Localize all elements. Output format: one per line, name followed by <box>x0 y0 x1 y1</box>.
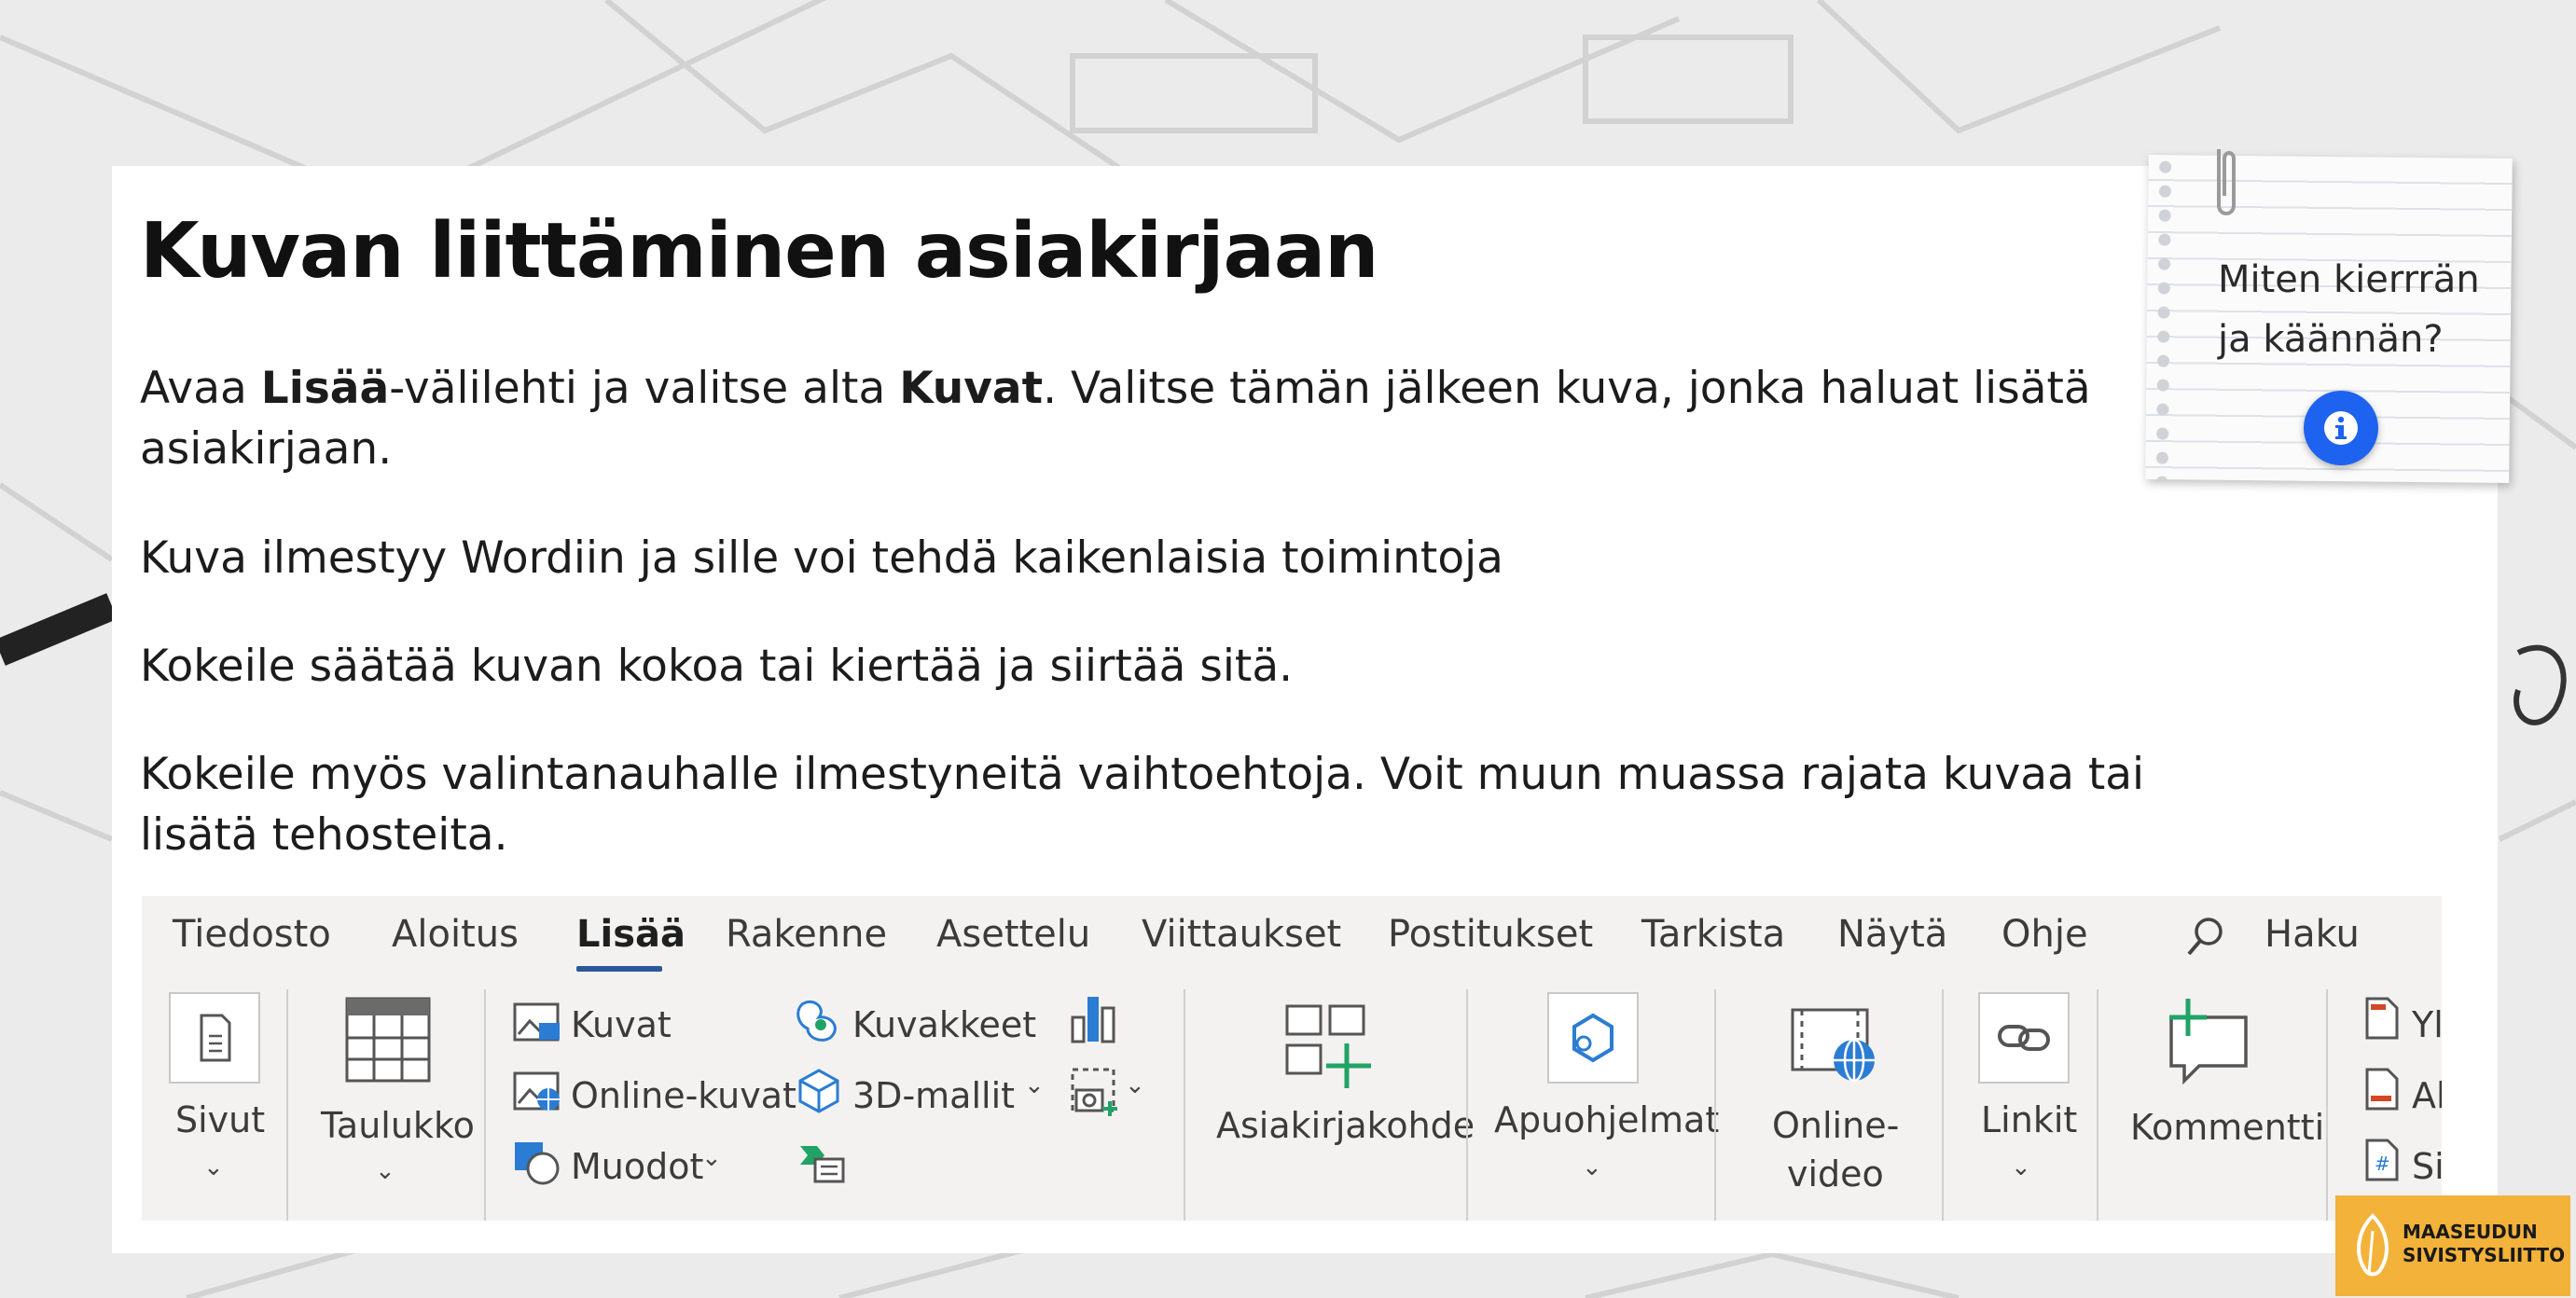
icons-icon[interactable] <box>795 997 845 1045</box>
online-video-button-line2[interactable]: video <box>1787 1153 1884 1194</box>
instruction-paragraph-3: Kokeile säätää kuvan kokoa tai kiertää j… <box>140 641 1294 692</box>
online-kuvat-button[interactable]: Online-kuvat <box>571 1075 796 1116</box>
apuohjelmat-button[interactable]: Apuohjelmat <box>1494 1099 1719 1140</box>
online-video-icon[interactable] <box>1789 1002 1882 1086</box>
kuvat-button[interactable]: Kuvat <box>571 1004 672 1045</box>
info-glyph-icon <box>2324 411 2358 445</box>
page-number-icon[interactable]: # <box>2363 1137 2401 1183</box>
3d-models-icon[interactable] <box>796 1068 841 1114</box>
tab-rakenne[interactable]: Rakenne <box>726 913 887 956</box>
shapes-icon[interactable] <box>513 1140 561 1187</box>
screenshot-icon[interactable] <box>1069 1066 1121 1118</box>
taulukko-button[interactable]: Taulukko <box>321 1105 475 1146</box>
leaf-logo-icon <box>2357 1213 2389 1277</box>
notebook-holes <box>2153 155 2175 480</box>
link-icon[interactable] <box>1977 991 2070 1084</box>
linkit-button[interactable]: Linkit <box>1981 1099 2077 1140</box>
pictures-icon[interactable] <box>513 1002 561 1043</box>
tab-asettelu[interactable]: Asettelu <box>936 913 1090 956</box>
smartart-icon[interactable] <box>798 1142 845 1185</box>
chevron-down-icon[interactable]: ⌄ <box>1024 1071 1045 1099</box>
group-separator <box>2326 989 2328 1221</box>
page-number-button[interactable]: Si <box>2412 1146 2442 1187</box>
chevron-down-icon[interactable]: ⌄ <box>1582 1153 1602 1181</box>
tab-viittaukset[interactable]: Viittaukset <box>1142 913 1341 956</box>
search-label[interactable]: Haku <box>2264 913 2360 956</box>
kuvakkeet-button[interactable]: Kuvakkeet <box>852 1004 1036 1045</box>
paperclip-icon <box>2217 149 2236 215</box>
logo-text: MAASEUDUN SIVISTYSLIITTO <box>2403 1221 2566 1266</box>
maaseudun-sivistysliitto-logo: MAASEUDUN SIVISTYSLIITTO <box>2335 1195 2570 1296</box>
group-separator <box>484 989 486 1221</box>
group-separator <box>1714 989 1716 1221</box>
chevron-down-icon[interactable]: ⌄ <box>375 1157 395 1185</box>
asiakirjakohde-button[interactable]: Asiakirjakohde <box>1216 1105 1475 1146</box>
page-title: Kuvan liittäminen asiakirjaan <box>140 207 1379 296</box>
word-ribbon: Tiedosto Aloitus Lisää Rakenne Asettelu … <box>142 896 2442 1221</box>
kommentti-button[interactable]: Kommentti <box>2130 1107 2324 1148</box>
group-separator <box>286 989 288 1221</box>
chevron-down-icon[interactable]: ⌄ <box>2011 1153 2031 1181</box>
svg-text:#: # <box>2375 1153 2390 1175</box>
online-video-button[interactable]: Online- <box>1772 1105 1899 1146</box>
active-tab-indicator <box>576 966 662 972</box>
sivut-button[interactable]: Sivut <box>175 1099 265 1140</box>
group-separator <box>1942 989 1944 1221</box>
add-ins-icon[interactable] <box>1546 991 1640 1084</box>
online-pictures-icon[interactable] <box>513 1071 561 1112</box>
header-button[interactable]: Yl <box>2412 1004 2442 1045</box>
group-separator <box>1466 989 1468 1221</box>
chevron-down-icon[interactable]: ⌄ <box>203 1153 224 1181</box>
instruction-paragraph-1: Avaa Lisää-välilehti ja valitse alta Kuv… <box>140 363 2091 475</box>
help-note-text: Miten kierrrän ja käännän? <box>2218 258 2480 361</box>
tab-lisaa[interactable]: Lisää <box>576 913 686 956</box>
info-icon[interactable] <box>2304 391 2378 465</box>
search-icon[interactable] <box>2184 915 2225 960</box>
tab-postitukset[interactable]: Postitukset <box>1388 913 1593 956</box>
group-separator <box>1184 989 1185 1221</box>
tab-nayta[interactable]: Näytä <box>1837 913 1947 956</box>
tab-aloitus[interactable]: Aloitus <box>392 913 519 956</box>
instruction-paragraph-2: Kuva ilmestyy Wordiin ja sille voi tehdä… <box>140 532 1503 584</box>
tab-tiedosto[interactable]: Tiedosto <box>173 913 331 956</box>
comment-icon[interactable] <box>2162 995 2255 1088</box>
tab-tarkista[interactable]: Tarkista <box>1641 913 1785 956</box>
page-icon[interactable] <box>168 991 261 1084</box>
tab-ohje[interactable]: Ohje <box>2001 913 2088 956</box>
chart-icon[interactable] <box>1069 993 1119 1043</box>
chevron-down-icon[interactable]: ⌄ <box>701 1144 722 1172</box>
table-icon[interactable] <box>343 995 433 1084</box>
header-icon[interactable] <box>2363 995 2401 1042</box>
footer-button[interactable]: Al <box>2412 1075 2442 1116</box>
document-item-icon[interactable] <box>1283 1002 1377 1092</box>
footer-icon[interactable] <box>2363 1066 2401 1112</box>
3d-mallit-button[interactable]: 3D-mallit <box>852 1075 1015 1116</box>
group-separator <box>2097 989 2098 1221</box>
chevron-down-icon[interactable]: ⌄ <box>1125 1071 1145 1099</box>
muodot-button[interactable]: Muodot <box>571 1146 703 1187</box>
instruction-paragraph-4: Kokeile myös valintanauhalle ilmestyneit… <box>140 749 2145 861</box>
